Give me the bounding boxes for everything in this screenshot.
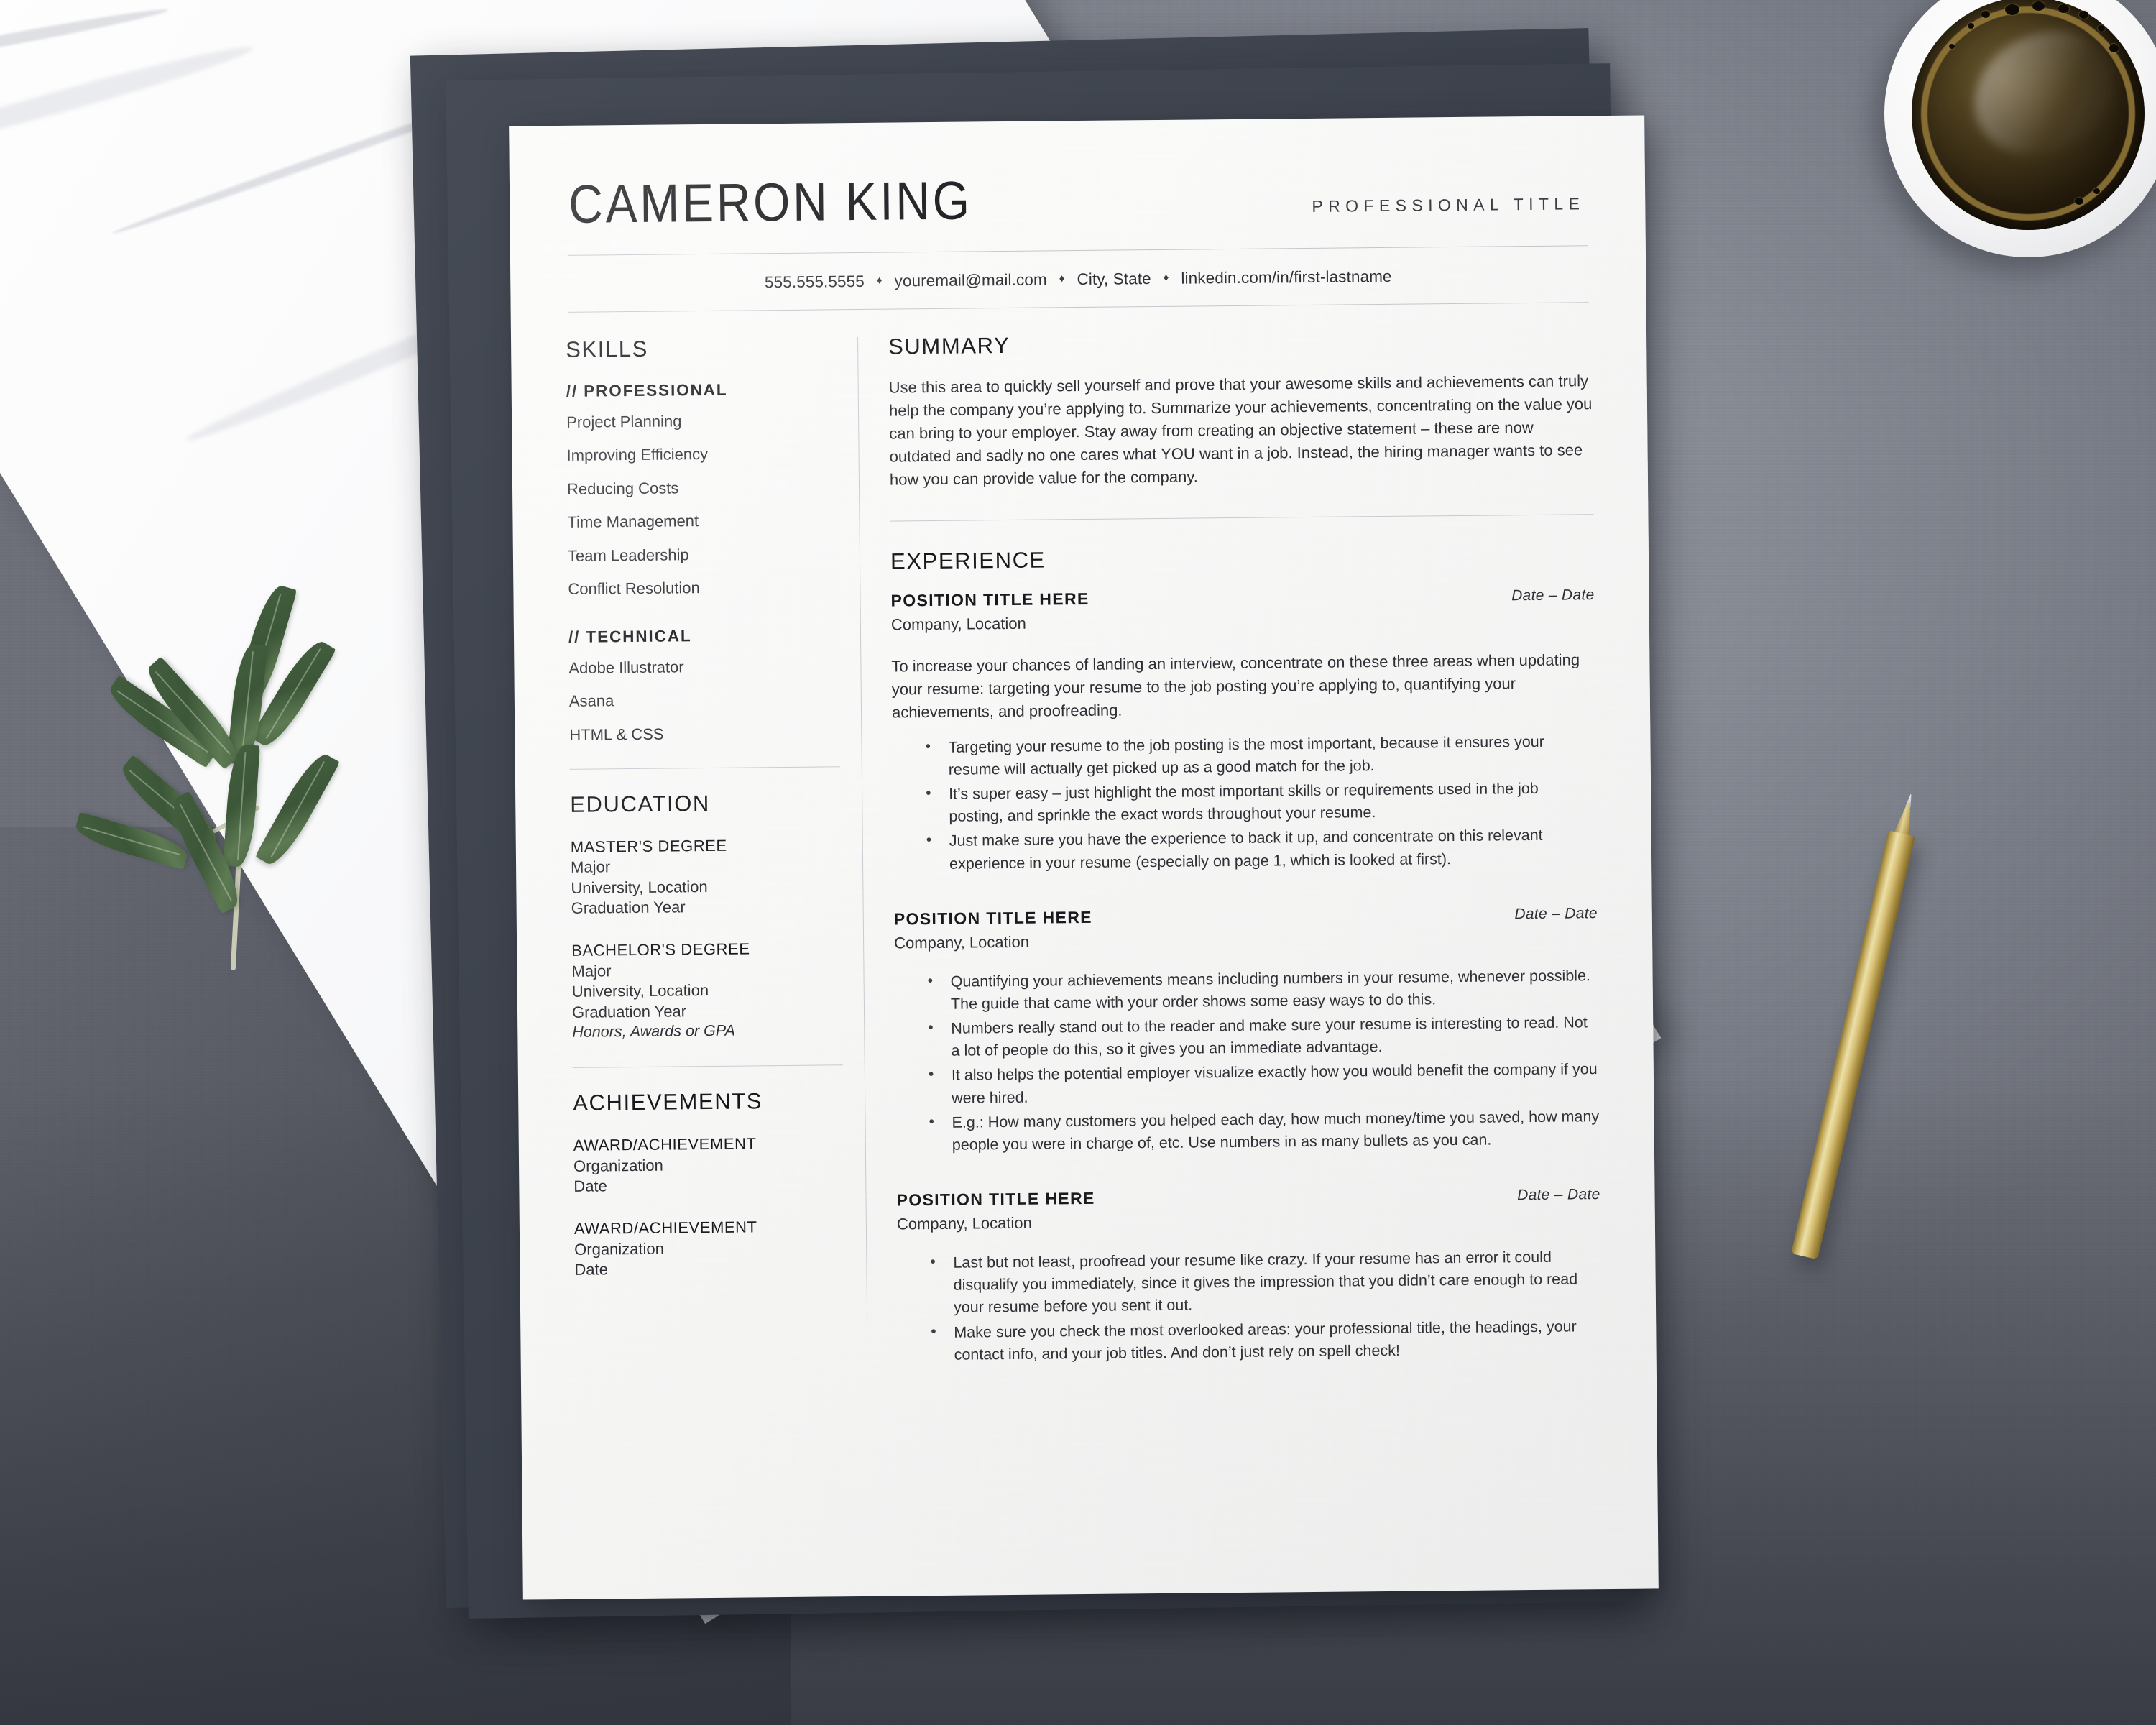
achievements-heading: ACHIEVEMENTS bbox=[573, 1088, 763, 1116]
education-entry: BACHELOR'S DEGREE Major University, Loca… bbox=[571, 938, 842, 1043]
education-university: University, Location bbox=[571, 877, 708, 897]
achievement-entry: AWARD/ACHIEVEMENT Organization Date bbox=[574, 1216, 845, 1280]
bullet-item: Targeting your resume to the job posting… bbox=[925, 730, 1596, 781]
achievement-title: AWARD/ACHIEVEMENT bbox=[573, 1218, 757, 1238]
job-bullets: Last but not least, proofread your resum… bbox=[897, 1246, 1601, 1366]
achievement-date: Date bbox=[574, 1260, 609, 1279]
achievement-organization: Organization bbox=[574, 1239, 665, 1259]
education-year: Graduation Year bbox=[571, 1002, 687, 1021]
section-divider bbox=[890, 514, 1594, 522]
skill-item: Asana bbox=[568, 691, 614, 711]
contact-phone: 555.555.5555 bbox=[764, 272, 865, 292]
bullet-item: Last but not least, proofread your resum… bbox=[930, 1246, 1601, 1319]
skill-item: Improving Efficiency bbox=[566, 445, 709, 465]
skill-item: Reducing Costs bbox=[566, 479, 679, 498]
bullet-item: Just make sure you have the experience t… bbox=[926, 824, 1598, 875]
diamond-separator-icon: ♦ bbox=[1059, 272, 1065, 285]
summary-heading: SUMMARY bbox=[888, 332, 1010, 359]
bullet-item: It also helps the potential employer vis… bbox=[929, 1059, 1600, 1110]
bullet-item: It’s super easy – just highlight the mos… bbox=[926, 777, 1597, 828]
job-company: Company, Location bbox=[896, 1213, 1032, 1233]
bullet-item: Make sure you check the most overlooked … bbox=[931, 1315, 1602, 1366]
experience-entry: POSITION TITLE HERE Date – Date Company,… bbox=[896, 1184, 1601, 1366]
job-bullets: Targeting your resume to the job posting… bbox=[892, 730, 1597, 875]
education-degree: MASTER'S DEGREE bbox=[570, 836, 727, 856]
experience-entry: POSITION TITLE HERE Date – Date Company,… bbox=[890, 584, 1597, 875]
bullet-item: E.g.: How many customers you helped each… bbox=[929, 1105, 1600, 1156]
skill-item: Conflict Resolution bbox=[568, 579, 700, 599]
skill-item: Adobe Illustrator bbox=[568, 658, 684, 677]
experience-entry: POSITION TITLE HERE Date – Date Company,… bbox=[894, 903, 1600, 1157]
sidebar: SKILLS // PROFESSIONAL Project Planning … bbox=[566, 334, 867, 1372]
education-major: Major bbox=[571, 961, 612, 980]
job-company: Company, Location bbox=[890, 614, 1026, 634]
bullet-item: Quantifying your achievements means incl… bbox=[928, 965, 1599, 1016]
achievement-title: AWARD/ACHIEVEMENT bbox=[573, 1134, 757, 1155]
diamond-separator-icon: ♦ bbox=[1163, 271, 1169, 284]
job-bullets: Quantifying your achievements means incl… bbox=[895, 965, 1600, 1157]
main-content: SUMMARY Use this area to quickly sell yo… bbox=[858, 327, 1602, 1369]
resume-page: CAMERON KING PROFESSIONAL TITLE 555.555.… bbox=[509, 115, 1659, 1600]
achievement-organization: Organization bbox=[573, 1156, 663, 1175]
summary-text: Use this area to quickly sell yourself a… bbox=[888, 372, 1593, 489]
bullet-item: Numbers really stand out to the reader a… bbox=[928, 1011, 1599, 1062]
experience-heading: EXPERIENCE bbox=[890, 547, 1046, 574]
job-intro: To increase your chances of landing an i… bbox=[891, 650, 1580, 722]
education-honors: Honors, Awards or GPA bbox=[572, 1021, 736, 1041]
job-company: Company, Location bbox=[894, 932, 1030, 952]
resume-header: CAMERON KING PROFESSIONAL TITLE bbox=[564, 167, 1591, 234]
education-entry: MASTER'S DEGREE Major University, Locati… bbox=[571, 834, 842, 919]
education-major: Major bbox=[570, 857, 611, 877]
flatlay-scene: CAMERON KING PROFESSIONAL TITLE 555.555.… bbox=[0, 0, 2156, 1725]
achievement-entry: AWARD/ACHIEVEMENT Organization Date bbox=[573, 1133, 844, 1197]
olive-branch bbox=[72, 575, 417, 978]
coffee-liquid bbox=[1912, 0, 2145, 230]
skills-heading: SKILLS bbox=[566, 336, 649, 362]
achievement-date: Date bbox=[573, 1177, 607, 1196]
skills-group-professional-label: // PROFESSIONAL bbox=[566, 380, 728, 400]
job-title: POSITION TITLE HERE bbox=[896, 1188, 1095, 1210]
education-heading: EDUCATION bbox=[570, 790, 711, 817]
job-title: POSITION TITLE HERE bbox=[893, 907, 1093, 929]
sidebar-divider bbox=[572, 1064, 843, 1069]
education-degree: BACHELOR'S DEGREE bbox=[571, 939, 750, 960]
skill-item: Project Planning bbox=[566, 412, 682, 431]
education-year: Graduation Year bbox=[571, 898, 686, 918]
job-dates: Date – Date bbox=[1514, 904, 1598, 922]
education-university: University, Location bbox=[571, 981, 709, 1000]
job-title: POSITION TITLE HERE bbox=[890, 589, 1089, 610]
skills-group-technical-label: // TECHNICAL bbox=[568, 626, 692, 646]
skill-item: HTML & CSS bbox=[569, 724, 664, 744]
skill-item: Team Leadership bbox=[567, 546, 689, 565]
diamond-separator-icon: ♦ bbox=[876, 274, 883, 287]
professional-title: PROFESSIONAL TITLE bbox=[1312, 194, 1585, 216]
contact-bar: 555.555.5555 ♦ youremail@mail.com ♦ City… bbox=[565, 246, 1592, 312]
sidebar-divider bbox=[569, 765, 840, 770]
job-dates: Date – Date bbox=[1511, 586, 1595, 604]
candidate-name: CAMERON KING bbox=[568, 170, 973, 234]
contact-linkedin: linkedin.com/in/first-lastname bbox=[1181, 267, 1392, 288]
contact-email: youremail@mail.com bbox=[894, 270, 1047, 290]
skill-item: Time Management bbox=[567, 512, 699, 532]
contact-location: City, State bbox=[1077, 270, 1151, 289]
job-dates: Date – Date bbox=[1517, 1186, 1600, 1204]
